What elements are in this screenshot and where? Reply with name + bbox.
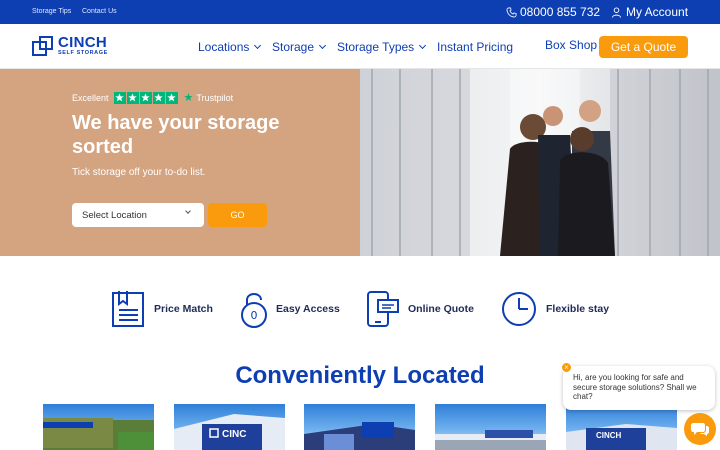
- nav-storage-label: Storage: [272, 40, 315, 54]
- star-icon: [126, 91, 139, 104]
- location-card[interactable]: CINCH: [566, 404, 677, 450]
- logo-text: CINCH: [58, 33, 107, 51]
- trustpilot-label: Trustpilot: [196, 92, 234, 103]
- location-card[interactable]: [304, 404, 415, 450]
- nav-locations[interactable]: Locations: [198, 40, 262, 54]
- chevron-down-icon: [185, 208, 191, 214]
- hero-photo: [360, 69, 720, 256]
- trustpilot-star-icon: ★: [183, 92, 194, 104]
- main-nav: CINCH SELF STORAGE Locations Storage Sto…: [0, 24, 720, 69]
- hero-subtitle: Tick storage off your to-do list.: [72, 167, 206, 178]
- nav-storage[interactable]: Storage: [272, 40, 327, 54]
- chat-button[interactable]: [684, 413, 716, 445]
- nav-instant-pricing[interactable]: Instant Pricing: [437, 40, 513, 54]
- star-icon: [139, 91, 152, 104]
- svg-text:CINCH: CINCH: [596, 431, 622, 440]
- phone-number: 08000 855 732: [520, 5, 601, 19]
- chat-icon: [691, 423, 709, 436]
- chevron-down-icon: [254, 41, 262, 50]
- location-card[interactable]: [435, 404, 546, 450]
- rating-label: Excellent: [72, 92, 109, 103]
- nav-instant-pricing-label: Instant Pricing: [437, 40, 514, 54]
- chevron-down-icon: [318, 41, 327, 50]
- online-quote-icon: [367, 291, 399, 327]
- my-account-link[interactable]: My Account: [611, 5, 688, 19]
- nav-storage-types[interactable]: Storage Types: [337, 40, 427, 54]
- logo-subtext: SELF STORAGE: [58, 49, 108, 56]
- go-button[interactable]: GO: [208, 203, 267, 227]
- price-match-icon: [112, 291, 144, 327]
- nav-box-shop[interactable]: Box Shop: [545, 38, 597, 52]
- star-icon: [152, 91, 165, 104]
- phone-icon: [506, 7, 517, 17]
- my-account-label: My Account: [626, 5, 689, 19]
- chat-message[interactable]: Hi, are you looking for safe and secure …: [563, 366, 715, 410]
- star-icon: [165, 91, 178, 104]
- svg-text:0: 0: [251, 309, 258, 322]
- feature-price-match: Price Match: [110, 290, 213, 328]
- close-icon[interactable]: ×: [561, 362, 572, 373]
- feature-label: Price Match: [154, 303, 213, 315]
- nav-storage-types-label: Storage Types: [337, 40, 415, 54]
- svg-text:CINC: CINC: [222, 429, 246, 440]
- get-a-quote-button[interactable]: Get a Quote: [599, 36, 688, 58]
- logo[interactable]: CINCH SELF STORAGE: [32, 35, 108, 57]
- phone-link[interactable]: 08000 855 732: [506, 5, 600, 19]
- nav-box-shop-label: Box Shop: [545, 38, 598, 52]
- feature-easy-access: 0 Easy Access: [240, 290, 340, 328]
- location-card[interactable]: CINC: [174, 404, 285, 450]
- feature-online-quote: Online Quote: [366, 290, 474, 328]
- nav-locations-label: Locations: [198, 40, 250, 54]
- star-icon: [113, 91, 126, 104]
- logo-mark-icon: [32, 36, 53, 56]
- location-card[interactable]: [43, 404, 154, 450]
- location-select-value: Select Location: [82, 209, 147, 221]
- top-bar: Storage Tips Contact Us 08000 855 732 My…: [0, 0, 720, 24]
- feature-label: Flexible stay: [546, 303, 610, 315]
- padlock-icon: 0: [241, 293, 267, 328]
- contact-us-link[interactable]: Contact Us: [82, 8, 117, 15]
- feature-label: Easy Access: [276, 303, 340, 315]
- location-select[interactable]: Select Location: [72, 203, 204, 227]
- chevron-down-icon: [419, 41, 427, 50]
- trustpilot-rating[interactable]: Excellent ★ Trustpilot: [72, 91, 233, 104]
- feature-label: Online Quote: [408, 303, 474, 315]
- user-icon: [611, 6, 622, 18]
- storage-tips-link[interactable]: Storage Tips: [32, 8, 71, 15]
- feature-flexible-stay: Flexible stay: [500, 290, 609, 328]
- hero-title: We have your storage sorted: [72, 112, 280, 158]
- clock-icon: [502, 292, 536, 326]
- rating-stars: [113, 91, 178, 104]
